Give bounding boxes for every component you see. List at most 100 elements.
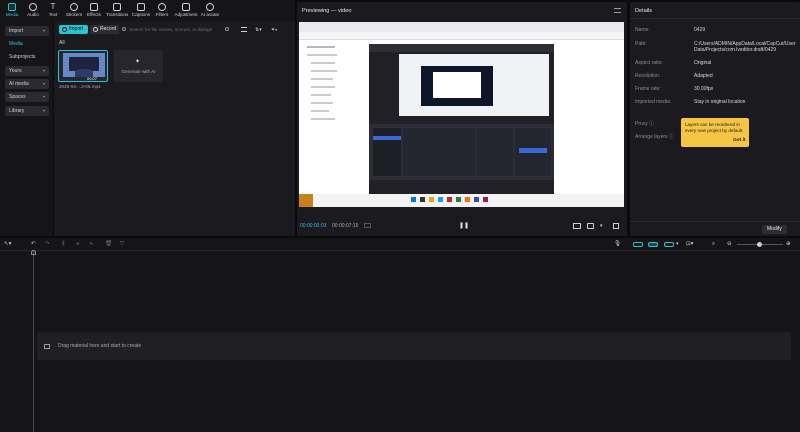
chevron-down-icon[interactable]: ▾ [676,241,679,247]
undo-icon[interactable]: ↶ [31,241,36,247]
filter-all-label[interactable]: All [59,40,65,46]
nav-ai-media[interactable]: AI media ▾ [5,79,49,89]
sort-icon[interactable]: ⇅▾ [255,27,264,33]
nav-yours[interactable]: Yours ▾ [5,66,49,76]
microphone-icon[interactable]: 🎙 [614,241,621,247]
tool-ai-avatar[interactable]: AI avatar [199,2,221,20]
delete-icon[interactable]: 🗑 [105,241,112,247]
tool-filters[interactable]: Filters [151,2,173,20]
aspect-ratio-icon[interactable] [573,223,581,229]
browser-addressbar [299,32,624,40]
menu-icon[interactable] [614,8,621,13]
search-input[interactable]: Search for file names, scenes, or dialog… [119,25,231,34]
select-tool-icon[interactable]: ↖▾ [4,241,12,247]
tool-media[interactable]: Media [1,2,23,20]
preview-axis-icon[interactable] [664,242,674,247]
clip-duration: 00:07 [87,76,98,81]
detail-framerate-value: 30.00fps [694,86,714,92]
generate-with-ai-card[interactable]: ✦ Generate with AI [114,50,163,82]
timecode-grid-icon[interactable] [364,223,371,228]
transitions-icon [113,3,121,11]
clip-preview-image [63,53,105,77]
text-icon: T [50,2,56,11]
zoom-slider-handle[interactable] [757,242,762,247]
info-icon: ⓘ [668,134,674,140]
modify-button[interactable]: Modify [762,225,787,234]
tool-adjustment[interactable]: Adjustment [174,2,198,20]
magnet-icon[interactable] [633,242,643,247]
drop-hint: Drag material here and start to create [58,343,142,349]
tool-effects[interactable]: Effects [83,2,105,20]
ai-avatar-icon [206,3,214,11]
timeline-panel: ↖▾ ↶ ↷ ⫼ ⫷ ⫸ 🗑 ⛉ 🎙 ▾ ⊡▾ ⌕ ⊖ ⊕ Drag mater… [0,238,800,432]
playhead[interactable] [33,250,34,432]
adjustment-icon [182,3,190,11]
import-button[interactable]: Import [59,25,89,34]
record-icon [93,27,98,32]
detail-path-value: C:/Users/ADMIN/AppData/Local/CapCut/User… [694,41,796,53]
top-toolbar: Media Audio T Text Stickers Effects Trans… [0,0,295,22]
detail-imported-label: Imported media: [635,99,672,105]
chevron-down-icon: ▾ [42,81,45,86]
linkage-icon[interactable] [648,242,658,247]
zoom-slider[interactable] [737,242,783,247]
record-button[interactable]: Record [90,25,122,34]
fullscreen-icon[interactable] [613,223,619,229]
layers-tooltip: Layers can be reordered in every new pro… [681,118,749,147]
zoom-dropdown-icon[interactable]: ▾ [600,223,603,229]
preview-panel: Previewing — video 00:00:00:03 00:00:07:… [297,2,627,236]
shield-icon[interactable]: ⛉ [120,241,124,248]
details-header: Details [635,8,653,14]
proxy-label: Proxy ⓘ [635,121,655,127]
preview-title: Previewing — video [302,8,352,14]
audio-icon [29,3,37,11]
media-icon [8,3,16,11]
nav-media[interactable]: Media [9,41,23,47]
tool-text[interactable]: T Text [42,2,64,20]
split-right-icon[interactable]: ⫸ [90,241,93,248]
split-left-icon[interactable]: ⫷ [76,241,79,248]
document-outline [307,46,357,126]
sparkle-icon: ✦ [135,59,141,65]
nav-subprojects[interactable]: Subprojects [9,54,35,60]
filters-icon [158,3,166,11]
list-view-icon[interactable] [241,27,247,32]
browser-tabbar [299,22,624,32]
media-panel: Import Record Search for file names, sce… [54,22,295,236]
tool-transitions[interactable]: Transitions [106,2,128,20]
media-clip-thumbnail[interactable]: 00:07 [58,50,108,82]
zoom-out-icon[interactable]: ⊖ [727,241,732,247]
tool-captions[interactable]: Captions [130,2,152,20]
tooltip-got-it-button[interactable]: Got it [733,138,746,143]
tool-audio[interactable]: Audio [22,2,44,20]
chevron-down-icon: ▾ [42,108,45,113]
nav-spaces[interactable]: Spaces ▾ [5,92,49,102]
details-panel: Details Name: 0429 Path: C:/Users/ADMIN/… [630,2,800,236]
tool-stickers[interactable]: Stickers [63,2,85,20]
nav-import[interactable]: Import ▾ [5,26,49,36]
chevron-down-icon: ▾ [42,94,45,99]
nav-library[interactable]: Library ▾ [5,106,49,116]
clip-name: 2026-04-...3-06.mp4 [59,84,101,89]
caption-icon[interactable]: ⊡▾ [686,241,694,247]
detail-aspect-label: Aspect ratio: [635,60,663,66]
chevron-down-icon: ▾ [42,28,45,33]
playhead-handle[interactable] [31,250,36,255]
filter-dropdown-icon[interactable]: ⏷▾ [271,27,280,33]
detail-name-label: Name: [635,27,650,33]
video-canvas[interactable] [299,22,624,207]
redo-icon[interactable]: ↷ [45,241,50,247]
chevron-down-icon: ▾ [42,68,45,73]
captions-icon [137,3,145,11]
speech-bubble-icon[interactable]: ⌕ [712,241,715,248]
split-icon[interactable]: ⫼ [62,241,65,248]
detail-imported-value: Stay in original location [694,99,746,105]
filter-icon[interactable] [225,27,229,31]
fit-icon[interactable] [587,223,594,229]
play-pause-button[interactable]: ❚❚ [459,222,469,229]
main-track-dropzone[interactable]: Drag material here and start to create [37,332,791,360]
info-icon: ⓘ [649,121,655,127]
detail-name-value: 0429 [694,27,706,33]
zoom-in-icon[interactable]: ⊕ [786,241,791,247]
detail-path-label: Path: [635,41,647,47]
